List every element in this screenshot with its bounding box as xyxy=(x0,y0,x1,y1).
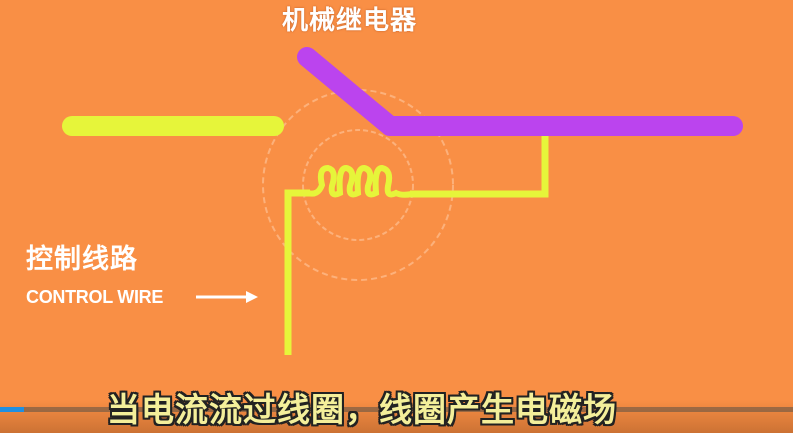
relay-diagram xyxy=(62,47,743,355)
control-wire-label-cn: 控制线路 xyxy=(26,244,138,275)
control-wire xyxy=(284,189,310,355)
arrow-icon xyxy=(196,291,258,303)
control-wire-label-en: CONTROL WIRE xyxy=(26,287,164,307)
subtitle-caption: 当电流流过线圈，线圈产生电磁场 xyxy=(107,390,617,429)
diagram-title: 机械继电器 xyxy=(282,6,418,36)
coil-return-wire xyxy=(410,136,549,198)
video-progress-fill xyxy=(0,407,24,412)
coil-icon xyxy=(307,164,413,198)
